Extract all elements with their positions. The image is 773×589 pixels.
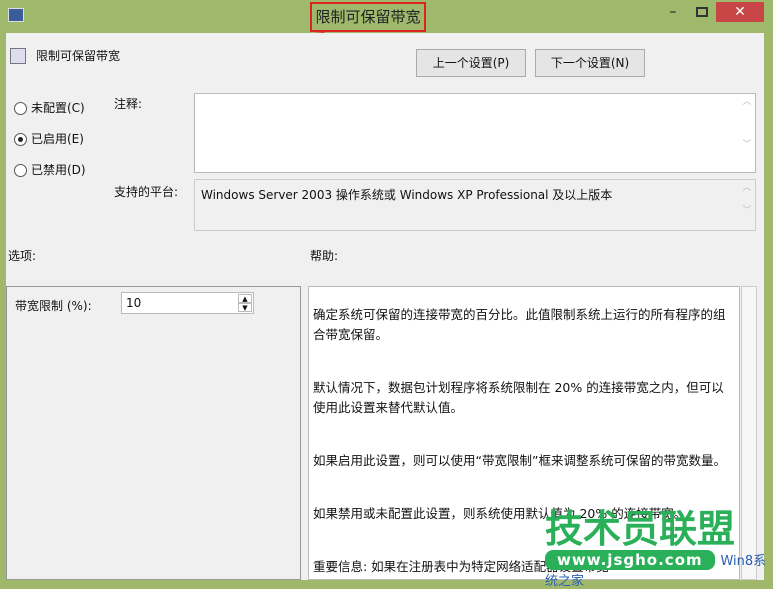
radio-label: 未配置(C) [31,101,85,115]
platform-text: Windows Server 2003 操作系统或 Windows XP Pro… [201,188,613,202]
radio-label: 已禁用(D) [31,163,86,177]
radio-label: 已启用(E) [31,132,84,146]
radio-circle [14,164,27,177]
radio-circle [14,133,27,146]
radio-not-configured[interactable]: 未配置(C) [14,99,85,116]
next-setting-button[interactable]: 下一个设置(N) [535,49,645,77]
dialog-client: 限制可保留带宽 上一个设置(P) 下一个设置(N) 未配置(C) 已启用(E) … [6,33,764,580]
radio-disabled[interactable]: 已禁用(D) [14,161,86,178]
comment-label: 注释: [114,97,143,111]
help-paragraph: 默认情况下，数据包计划程序将系统限制在 20% 的连接带宽之内，但可以使用此设置… [313,380,724,415]
app-icon [8,8,24,22]
prev-setting-button[interactable]: 上一个设置(P) [416,49,526,77]
watermark-url: www.jsgho.com [545,550,715,570]
watermark: 技术员联盟 www.jsgho.com Win8系统之家 [545,507,770,589]
radio-circle [14,102,27,115]
platform-field: Windows Server 2003 操作系统或 Windows XP Pro… [194,179,756,231]
options-label: 选项: [8,249,37,263]
platform-label: 支持的平台: [114,185,179,199]
bandwidth-label: 带宽限制 (%): [15,299,92,313]
close-button[interactable]: ✕ [716,2,764,22]
radio-enabled[interactable]: 已启用(E) [14,130,84,147]
title-bar: 限制可保留带宽 – ✕ [0,0,773,32]
bandwidth-value: 10 [126,296,142,310]
help-paragraph: 如果启用此设置，则可以使用“带宽限制”框来调整系统可保留的带宽数量。 [313,453,726,468]
policy-heading: 限制可保留带宽 [36,49,121,63]
maximize-button[interactable] [696,7,708,17]
minimize-button[interactable]: – [660,4,686,22]
spin-down-button[interactable]: ▼ [238,303,252,312]
spin-up-button[interactable]: ▲ [238,294,252,303]
watermark-brand: 技术员联盟 [545,507,736,551]
bandwidth-spinner[interactable]: 10 ▲ ▼ [121,292,254,314]
scrollbar[interactable]: ︿ ﹀ [739,94,755,172]
policy-icon [10,48,26,64]
help-paragraph: 确定系统可保留的连接带宽的百分比。此值限制系统上运行的所有程序的组合带宽保留。 [313,307,726,342]
scrollbar[interactable]: ︿ ﹀ [739,180,755,230]
comment-input[interactable]: ︿ ﹀ [194,93,756,173]
options-panel: 带宽限制 (%): 10 ▲ ▼ [6,286,301,580]
help-label: 帮助: [310,249,339,263]
